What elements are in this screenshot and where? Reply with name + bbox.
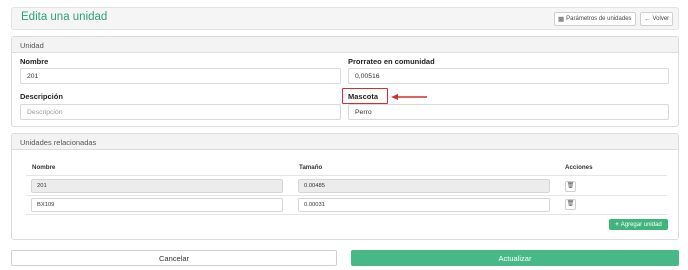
settings-square-icon: ▩ [558, 16, 565, 23]
plus-icon: + [615, 221, 619, 228]
page-title: Edita una unidad [21, 11, 108, 23]
table-divider [26, 175, 667, 176]
nombre-input[interactable]: 201 [20, 68, 341, 84]
unit-parameters-label: Parámetros de unidades [566, 16, 632, 22]
update-button[interactable]: Actualizar [351, 250, 679, 266]
column-header-tamano: Tamaño [299, 164, 323, 171]
cancel-button[interactable]: Cancelar [11, 250, 337, 266]
descripcion-label: Descripción [20, 92, 63, 101]
arrow-left-icon: ← [644, 15, 651, 23]
related-units-title: Unidades relacionadas [12, 134, 678, 150]
row-2-nombre-input[interactable]: BX109 [31, 198, 283, 212]
cancel-label: Cancelar [158, 253, 189, 263]
back-label: Volver [652, 16, 670, 22]
trash-icon: 🗑 [566, 201, 575, 207]
column-header-nombre: Nombre [32, 164, 56, 171]
row-1-delete-button[interactable]: 🗑 [565, 181, 576, 192]
row-2-tamano-input[interactable]: 0.00031 [298, 198, 550, 212]
prorrateo-label: Prorrateo en comunidad [348, 57, 435, 66]
mascota-input[interactable]: Perro [348, 104, 669, 120]
annotation-arrow [391, 94, 427, 100]
table-divider [26, 195, 667, 196]
row-1-tamano-field: 0.00485 [298, 179, 550, 193]
update-label: Actualizar [498, 253, 532, 263]
row-2-delete-button[interactable]: 🗑 [565, 199, 576, 210]
descripcion-input[interactable]: Descripción [20, 104, 341, 120]
back-button[interactable]: ← Volver [640, 12, 674, 26]
column-header-acciones: Acciones [565, 164, 593, 171]
row-1-nombre-field: 201 [31, 179, 283, 193]
unit-panel-title: Unidad [12, 37, 678, 53]
nombre-label: Nombre [20, 57, 49, 66]
page-header: Edita una unidad ▩ Parámetros de unidade… [11, 7, 679, 30]
trash-icon: 🗑 [566, 183, 575, 189]
mascota-label: Mascota [348, 92, 379, 101]
table-divider [26, 214, 667, 215]
add-unit-label: Agregar unidad [620, 221, 662, 228]
prorrateo-input[interactable]: 0,00516 [348, 68, 669, 84]
unit-parameters-button[interactable]: ▩ Parámetros de unidades [554, 12, 636, 26]
add-unit-button[interactable]: + Agregar unidad [609, 219, 668, 230]
